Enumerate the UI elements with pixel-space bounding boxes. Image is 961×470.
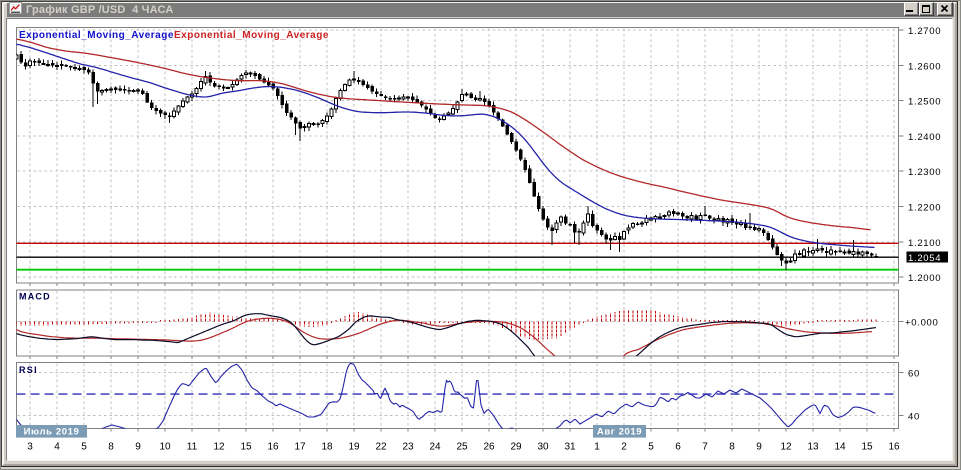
svg-text:1: 1 <box>594 442 600 453</box>
svg-text:1.2600: 1.2600 <box>908 61 941 72</box>
svg-text:60: 60 <box>908 368 920 379</box>
svg-text:19: 19 <box>348 442 360 453</box>
svg-text:1.2054: 1.2054 <box>908 253 941 264</box>
svg-text:14: 14 <box>834 442 846 453</box>
svg-text:10: 10 <box>159 442 171 453</box>
svg-text:7: 7 <box>702 442 708 453</box>
svg-text:1.2100: 1.2100 <box>908 238 941 249</box>
svg-text:2: 2 <box>621 442 627 453</box>
svg-text:9: 9 <box>756 442 762 453</box>
svg-text:22: 22 <box>375 442 387 453</box>
svg-text:3: 3 <box>27 442 33 453</box>
svg-text:17: 17 <box>294 442 306 453</box>
svg-text:8: 8 <box>108 442 114 453</box>
svg-text:16: 16 <box>267 442 279 453</box>
svg-text:24: 24 <box>429 442 441 453</box>
svg-text:40: 40 <box>908 411 920 422</box>
svg-text:25: 25 <box>456 442 468 453</box>
svg-text:1.2400: 1.2400 <box>908 132 941 143</box>
svg-text:11: 11 <box>187 442 198 453</box>
svg-text:Exponential_Moving_Average: Exponential_Moving_Average <box>174 30 329 41</box>
svg-text:MACD: MACD <box>19 292 51 302</box>
svg-text:26: 26 <box>483 442 495 453</box>
svg-text:13: 13 <box>807 442 819 453</box>
svg-text:4: 4 <box>54 442 60 453</box>
svg-text:5: 5 <box>81 442 87 453</box>
svg-text:29: 29 <box>510 442 522 453</box>
svg-text:RSI: RSI <box>19 365 38 375</box>
svg-text:12: 12 <box>780 442 792 453</box>
svg-text:8: 8 <box>729 442 735 453</box>
svg-text:1.2700: 1.2700 <box>908 26 941 37</box>
svg-text:16: 16 <box>888 442 900 453</box>
svg-text:9: 9 <box>135 442 141 453</box>
svg-text:1.2000: 1.2000 <box>908 273 941 284</box>
svg-text:Июль 2019: Июль 2019 <box>24 427 80 438</box>
svg-text:+0.000: +0.000 <box>905 318 939 329</box>
svg-text:12: 12 <box>213 442 225 453</box>
svg-text:31: 31 <box>564 442 576 453</box>
svg-text:1.2500: 1.2500 <box>908 97 941 108</box>
svg-text:23: 23 <box>402 442 414 453</box>
svg-text:5: 5 <box>648 442 654 453</box>
svg-text:Авг 2019: Авг 2019 <box>597 427 642 438</box>
svg-text:1.2300: 1.2300 <box>908 167 941 178</box>
svg-text:1.2200: 1.2200 <box>908 203 941 214</box>
svg-text:15: 15 <box>861 442 873 453</box>
svg-text:18: 18 <box>321 442 333 453</box>
svg-text:15: 15 <box>240 442 252 453</box>
svg-text:30: 30 <box>537 442 549 453</box>
svg-text:6: 6 <box>675 442 681 453</box>
svg-text:Exponential_Moving_Average: Exponential_Moving_Average <box>19 30 174 41</box>
